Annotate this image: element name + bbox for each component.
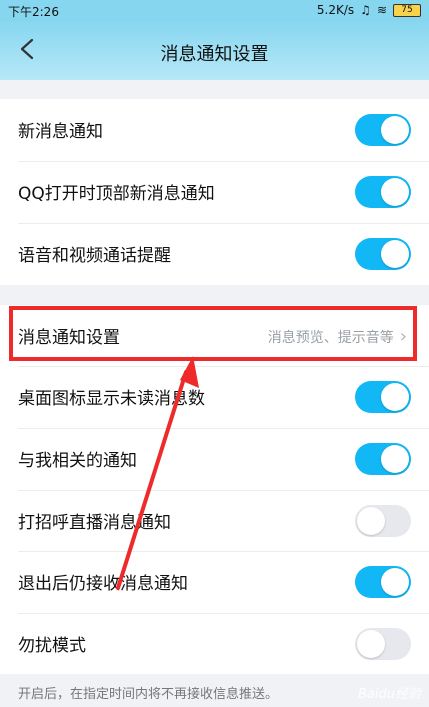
setting-label: 勿扰模式 <box>18 636 86 656</box>
setting-label: 打招呼直播消息通知 <box>18 513 171 533</box>
setting-unread-badge[interactable]: 桌面图标显示未读消息数 <box>0 366 429 428</box>
setting-related-notifications[interactable]: 与我相关的通知 <box>0 428 429 490</box>
setting-call-reminder[interactable]: 语音和视频通话提醒 <box>0 223 429 285</box>
status-time: 下午2:26 <box>8 5 59 19</box>
setting-label: QQ打开时顶部新消息通知 <box>18 184 215 204</box>
battery-icon: 75 <box>393 3 421 17</box>
receive-after-exit-toggle[interactable] <box>355 566 411 598</box>
status-bar: 下午2:26 5.2K/s ♫ ≋ 75 <box>0 0 429 20</box>
setting-top-notification[interactable]: QQ打开时顶部新消息通知 <box>0 161 429 223</box>
related-notifications-toggle[interactable] <box>355 443 411 475</box>
setting-do-not-disturb[interactable]: 勿扰模式 <box>0 613 429 675</box>
headphones-icon: ♫ <box>360 3 371 17</box>
new-message-toggle[interactable] <box>355 114 411 146</box>
call-reminder-toggle[interactable] <box>355 238 411 270</box>
setting-new-message-notification[interactable]: 新消息通知 <box>0 99 429 161</box>
unread-badge-toggle[interactable] <box>355 381 411 413</box>
setting-label: 桌面图标显示未读消息数 <box>18 389 205 409</box>
settings-section-1: 新消息通知 QQ打开时顶部新消息通知 语音和视频通话提醒 <box>0 99 429 285</box>
setting-label: 与我相关的通知 <box>18 451 137 471</box>
network-speed: 5.2K/s <box>316 3 355 17</box>
watermark: Baidu经验 <box>358 687 421 702</box>
live-greeting-toggle[interactable] <box>355 505 411 537</box>
setting-label: 退出后仍接收消息通知 <box>18 574 188 594</box>
setting-receive-after-exit[interactable]: 退出后仍接收消息通知 <box>0 551 429 613</box>
status-icons: 5.2K/s ♫ ≋ 75 <box>317 3 421 17</box>
app-bar: 消息通知设置 <box>0 20 429 80</box>
wifi-icon: ≋ <box>376 3 387 17</box>
setting-label: 语音和视频通话提醒 <box>18 246 171 266</box>
top-notification-toggle[interactable] <box>355 176 411 208</box>
highlight-box <box>9 306 417 361</box>
do-not-disturb-toggle[interactable] <box>355 628 411 660</box>
footer-note: 开启后，在指定时间内将不再接收信息推送。 <box>18 687 279 702</box>
setting-live-greeting[interactable]: 打招呼直播消息通知 <box>0 490 429 552</box>
page-title: 消息通知设置 <box>160 44 269 65</box>
setting-label: 新消息通知 <box>18 122 103 142</box>
